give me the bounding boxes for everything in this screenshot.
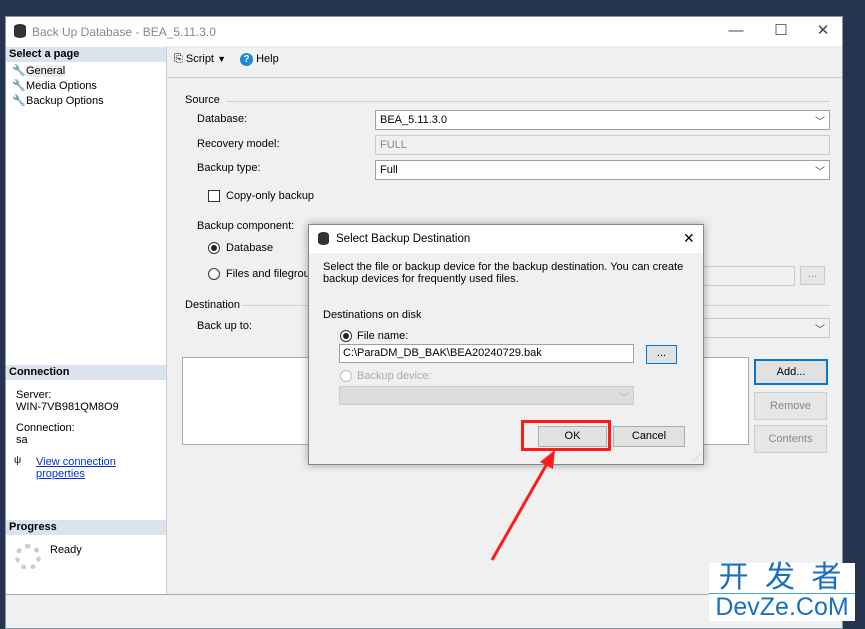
arrow-head-icon bbox=[540, 450, 555, 469]
watermark-line2: DevZe.CoM bbox=[715, 593, 849, 621]
watermark-logo: 开 发 者 DevZe.CoM bbox=[709, 563, 855, 621]
watermark-line1: 开 发 者 bbox=[709, 563, 855, 594]
annotation-arrow bbox=[490, 450, 555, 561]
arrow-shaft bbox=[490, 461, 550, 561]
